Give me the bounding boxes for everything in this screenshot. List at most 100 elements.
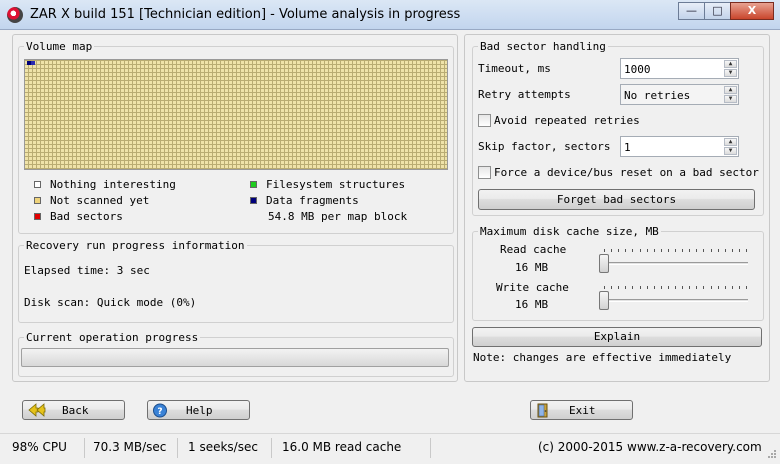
forget-bad-sectors-button[interactable]: Forget bad sectors: [478, 189, 755, 210]
cpu-usage: 98% CPU: [12, 440, 67, 454]
slider-tick: [639, 249, 641, 252]
force-reset-checkbox[interactable]: [478, 166, 491, 179]
avoid-retries-checkbox[interactable]: [478, 114, 491, 127]
slider-tick: [746, 286, 747, 289]
close-button[interactable]: X: [730, 2, 774, 20]
current-operation-label: Current operation progress: [24, 331, 201, 344]
read-cache-track: [600, 262, 748, 265]
slider-tick: [703, 249, 705, 252]
skip-factor-label: Skip factor, sectors: [478, 140, 611, 153]
slider-tick: [625, 249, 627, 252]
explain-button[interactable]: Explain: [472, 327, 762, 347]
timeout-label: Timeout, ms: [478, 62, 551, 75]
slider-tick: [618, 249, 620, 252]
write-cache-value: 16 MB: [515, 298, 549, 311]
legend-per-block: 54.8 MB per map block: [268, 210, 408, 223]
spin-down-icon[interactable]: ▼: [724, 69, 737, 77]
spin-up-icon[interactable]: ▲: [724, 138, 737, 146]
title-bar[interactable]: ZAR X build 151 [Technician edition] - V…: [0, 0, 780, 30]
legend-swatch-white: [34, 181, 41, 188]
back-arrow-icon: [28, 403, 46, 417]
slider-tick: [611, 249, 613, 252]
legend-swatch-navy: [250, 197, 257, 204]
status-separator: [271, 438, 272, 458]
slider-tick: [696, 249, 698, 252]
legend-swatch-green: [250, 181, 257, 188]
recovery-progress-group: Recovery run progress information: [18, 239, 454, 323]
spin-up-icon[interactable]: ▲: [724, 60, 737, 68]
slider-tick: [660, 249, 662, 252]
slider-tick: [710, 249, 712, 252]
read-cache-size: 16.0 MB read cache: [282, 440, 402, 454]
slider-tick: [724, 249, 726, 252]
exit-door-icon: [537, 403, 548, 418]
skip-factor-spinner[interactable]: 1 ▲ ▼: [620, 136, 739, 157]
slider-tick: [667, 286, 669, 289]
slider-tick: [675, 286, 676, 289]
read-cache-label: Read cache: [500, 243, 567, 256]
legend-data-fragments: Data fragments: [250, 194, 359, 207]
note-text: Note: changes are effective immediately: [473, 351, 732, 364]
status-separator: [430, 438, 431, 458]
slider-tick: [618, 286, 620, 289]
slider-tick: [724, 286, 726, 289]
status-separator: [177, 438, 178, 458]
legend-nothing-interesting: Nothing interesting: [34, 178, 176, 191]
legend-not-scanned: Not scanned yet: [34, 194, 149, 207]
back-label: Back: [62, 404, 89, 417]
recovery-progress-label: Recovery run progress information: [24, 239, 247, 252]
volume-map-label: Volume map: [24, 40, 95, 53]
read-cache-slider[interactable]: [599, 254, 609, 273]
legend-label: Nothing interesting: [50, 178, 176, 191]
maximize-button[interactable]: □: [704, 2, 731, 20]
slider-tick: [632, 286, 634, 289]
legend-label: Bad sectors: [50, 210, 123, 223]
slider-tick: [604, 249, 605, 252]
avoid-retries-label: Avoid repeated retries: [494, 114, 640, 127]
slider-tick: [710, 286, 712, 289]
write-cache-track: [600, 299, 748, 302]
spin-down-icon[interactable]: ▼: [724, 95, 737, 103]
retry-spinner[interactable]: No retries ▲ ▼: [620, 84, 739, 105]
slider-tick: [675, 249, 676, 252]
legend-label: Filesystem structures: [266, 178, 406, 191]
svg-text:?: ?: [157, 407, 162, 417]
timeout-value: 1000: [624, 63, 651, 76]
help-icon: ?: [153, 403, 167, 418]
retry-value: No retries: [624, 89, 691, 102]
slider-tick: [653, 249, 655, 252]
slider-tick: [625, 286, 627, 289]
resize-grip-icon[interactable]: [765, 449, 777, 461]
retry-label: Retry attempts: [478, 88, 571, 101]
slider-tick: [653, 286, 655, 289]
legend-label: Not scanned yet: [50, 194, 150, 207]
legend-swatch-yellow: [34, 197, 41, 204]
slider-tick: [604, 286, 605, 289]
spin-down-icon[interactable]: ▼: [724, 147, 737, 155]
elapsed-time: Elapsed time: 3 sec: [24, 264, 150, 277]
spinner-arrows: ▲ ▼: [724, 138, 737, 155]
write-cache-slider[interactable]: [599, 291, 609, 310]
spin-up-icon[interactable]: ▲: [724, 86, 737, 94]
spinner-arrows: ▲ ▼: [724, 86, 737, 103]
slider-tick: [689, 286, 691, 289]
slider-tick: [738, 286, 740, 289]
legend-swatch-red: [34, 213, 41, 220]
operation-progress-bar: [21, 348, 449, 367]
slider-tick: [731, 249, 733, 252]
help-button[interactable]: ? Help: [147, 400, 250, 420]
volume-map[interactable]: [24, 59, 448, 170]
back-button[interactable]: Back: [22, 400, 125, 420]
minimize-button[interactable]: —: [678, 2, 705, 20]
slider-tick: [689, 249, 691, 252]
slider-tick: [731, 286, 733, 289]
slider-tick: [696, 286, 698, 289]
timeout-spinner[interactable]: 1000 ▲ ▼: [620, 58, 739, 79]
exit-label: Exit: [569, 404, 596, 417]
exit-button[interactable]: Exit: [530, 400, 633, 420]
legend-bad-sectors: Bad sectors: [34, 210, 123, 223]
force-reset-label: Force a device/bus reset on a bad sector: [494, 166, 759, 179]
write-cache-label: Write cache: [496, 281, 569, 294]
copyright: (c) 2000-2015 www.z-a-recovery.com: [538, 440, 762, 454]
slider-tick: [632, 249, 634, 252]
